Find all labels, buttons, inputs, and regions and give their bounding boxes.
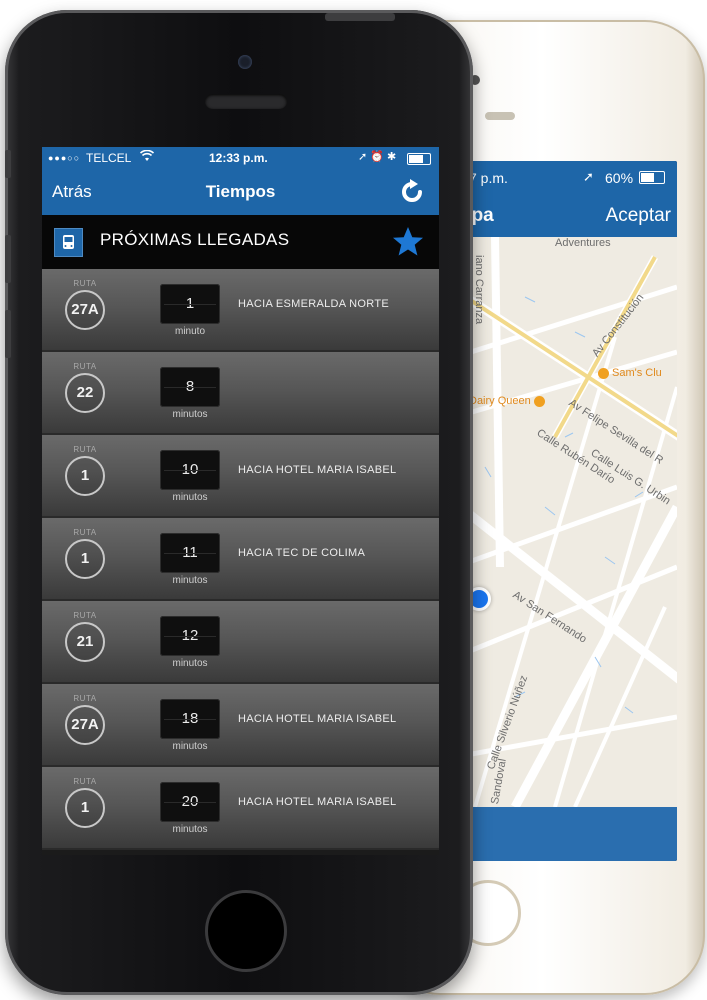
arrival-unit: minuto <box>174 326 205 337</box>
arrival-destination: HACIA HOTEL MARIA ISABEL <box>238 796 397 808</box>
route-number: 1 <box>65 539 105 579</box>
signal-strength: ●●●○○ <box>48 153 81 163</box>
map-poi-dairy-queen: Dairy Queen <box>469 395 548 407</box>
map-streets <box>455 237 677 807</box>
route-number: 21 <box>65 622 105 662</box>
carrier-name: TELCEL <box>86 151 132 165</box>
location-arrow-icon: ➚ <box>583 169 594 184</box>
arrival-time: 10 <box>160 450 220 490</box>
route-label: RUTA <box>73 777 97 786</box>
map-navbar: apa Aceptar <box>455 195 677 237</box>
route-label: RUTA <box>73 528 97 537</box>
battery-icon <box>407 153 431 165</box>
map-poi-sams: Sam's Clu <box>595 367 662 379</box>
arrival-destination: HACIA ESMERALDA NORTE <box>238 298 389 310</box>
food-icon <box>533 395 545 407</box>
route-badge: RUTA 27A <box>64 694 106 745</box>
route-badge: RUTA 1 <box>64 777 106 828</box>
status-bar: ●●●○○ TELCEL 12:33 p.m. ➚ ⏰ ✱ <box>42 147 439 169</box>
map-label-carranza: iano Carranza <box>473 255 485 325</box>
arrivals-list: RUTA 27A 1 minuto HACIA ESMERALDA NORTE … <box>42 269 439 850</box>
store-icon <box>598 367 609 379</box>
mute-switch <box>5 150 11 178</box>
route-badge: RUTA 21 <box>64 611 106 662</box>
volume-up-button <box>5 235 11 283</box>
back-status-time: 7 p.m. <box>469 170 508 186</box>
front-speaker <box>205 94 287 109</box>
tiempos-screen: ●●●○○ TELCEL 12:33 p.m. ➚ ⏰ ✱ Atrás Tiem… <box>42 147 439 855</box>
favorite-star-icon[interactable] <box>391 225 425 259</box>
navbar: Atrás Tiempos <box>42 169 439 215</box>
route-badge: RUTA 1 <box>64 528 106 579</box>
arrival-destination: HACIA TEC DE COLIMA <box>238 547 366 559</box>
back-battery-percent: 60% <box>605 170 634 186</box>
arrival-destination: HACIA HOTEL MARIA ISABEL <box>238 713 397 725</box>
status-time: 12:33 p.m. <box>209 151 268 165</box>
route-badge: RUTA 1 <box>64 445 106 496</box>
power-button <box>325 13 395 21</box>
map-poi-dairy-label: Dairy Queen <box>469 395 531 407</box>
map-poi-sams-label: Sam's Clu <box>612 367 662 379</box>
route-number: 27A <box>65 705 105 745</box>
arrival-time: 1 <box>160 284 220 324</box>
map-view[interactable]: iano Carranza Adventures Av Constitución… <box>455 237 677 807</box>
status-icons: ➚ ⏰ ✱ <box>358 151 397 163</box>
arrival-time: 20 <box>160 782 220 822</box>
bus-icon <box>54 228 83 257</box>
arrival-unit: minutos <box>172 409 208 420</box>
arrival-unit: minutos <box>172 658 208 669</box>
back-battery-icon <box>639 171 665 184</box>
arrival-time: 18 <box>160 699 220 739</box>
arrival-row[interactable]: RUTA 22 8 minutos <box>42 352 439 435</box>
route-number: 1 <box>65 788 105 828</box>
arrival-row[interactable]: RUTA 1 11 minutos HACIA TEC DE COLIMA <box>42 518 439 601</box>
section-title: PRÓXIMAS LLEGADAS <box>100 230 290 249</box>
arrival-unit: minutos <box>172 824 208 835</box>
map-screen: 7 p.m. ➚ 60% apa Aceptar iano Carranza A… <box>455 161 677 861</box>
route-number: 22 <box>65 373 105 413</box>
arrival-row[interactable]: RUTA 1 10 minutos HACIA HOTEL MARIA ISAB… <box>42 435 439 518</box>
arrival-time: 8 <box>160 367 220 407</box>
arrival-unit: minutos <box>172 575 208 586</box>
route-badge: RUTA 22 <box>64 362 106 413</box>
route-number: 1 <box>65 456 105 496</box>
map-label-adventures: Adventures <box>555 237 611 249</box>
map-bottom-bar <box>455 807 677 861</box>
route-label: RUTA <box>73 694 97 703</box>
accept-button[interactable]: Aceptar <box>606 205 671 227</box>
back-status-bar: 7 p.m. ➚ 60% <box>455 161 677 195</box>
route-badge: RUTA 27A <box>64 279 106 330</box>
back-speaker <box>485 112 515 120</box>
arrival-unit: minutos <box>172 492 208 503</box>
front-camera <box>238 55 252 69</box>
arrival-row[interactable]: RUTA 21 12 minutos <box>42 601 439 684</box>
route-number: 27A <box>65 290 105 330</box>
arrival-row[interactable]: RUTA 27A 1 minuto HACIA ESMERALDA NORTE <box>42 269 439 352</box>
page-title: Tiempos <box>205 182 276 201</box>
arrival-time: 11 <box>160 533 220 573</box>
arrival-time: 12 <box>160 616 220 656</box>
route-label: RUTA <box>73 362 97 371</box>
arrival-row[interactable]: RUTA 27A 18 minutos HACIA HOTEL MARIA IS… <box>42 684 439 767</box>
arrival-destination: HACIA HOTEL MARIA ISABEL <box>238 464 397 476</box>
route-label: RUTA <box>73 445 97 454</box>
section-header: PRÓXIMAS LLEGADAS <box>42 215 439 269</box>
arrival-row[interactable]: RUTA 1 20 minutos HACIA HOTEL MARIA ISAB… <box>42 767 439 850</box>
route-label: RUTA <box>73 611 97 620</box>
route-label: RUTA <box>73 279 97 288</box>
arrival-unit: minutos <box>172 741 208 752</box>
refresh-icon[interactable] <box>399 179 425 205</box>
wifi-icon <box>139 149 155 165</box>
volume-down-button <box>5 310 11 358</box>
home-button[interactable] <box>205 890 287 972</box>
